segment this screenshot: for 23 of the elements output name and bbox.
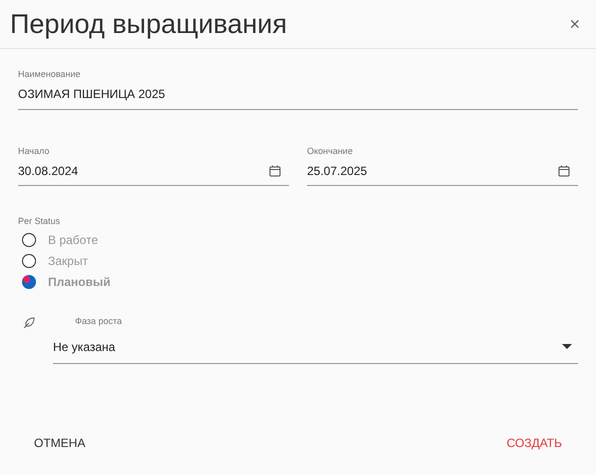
end-date-field[interactable]: 25.07.2025 — [307, 156, 578, 186]
radio-label: Закрыт — [48, 252, 88, 270]
dialog-title: Период выращивания — [10, 8, 287, 41]
phase-select[interactable]: Не указана — [53, 330, 578, 364]
calendar-icon[interactable] — [269, 164, 281, 176]
radio-label: В работе — [48, 232, 98, 248]
status-label: Per Status — [18, 217, 62, 226]
field-label: Окончание — [307, 147, 354, 156]
radio-label: Плановый — [48, 274, 111, 290]
radio-button[interactable] — [22, 232, 36, 246]
radio-button[interactable] — [22, 254, 36, 268]
start-date-field[interactable]: 30.08.2024 — [18, 156, 289, 186]
create-button[interactable]: СОЗДАТЬ — [490, 428, 578, 458]
name-field[interactable]: ОЗИМАЯ ПШЕНИЦА 2025 — [18, 79, 578, 110]
radio-selected[interactable] — [22, 274, 36, 288]
close-button[interactable]: × — [569, 15, 580, 33]
field-label: Начало — [18, 147, 50, 156]
dropdown-arrow-icon — [562, 344, 572, 349]
calendar-icon[interactable] — [558, 164, 570, 176]
field-label: Наименование — [18, 70, 82, 79]
leaf-icon — [23, 317, 35, 329]
field-label: Фаза роста — [75, 317, 123, 326]
cancel-button[interactable]: ОТМЕНА — [18, 428, 102, 458]
